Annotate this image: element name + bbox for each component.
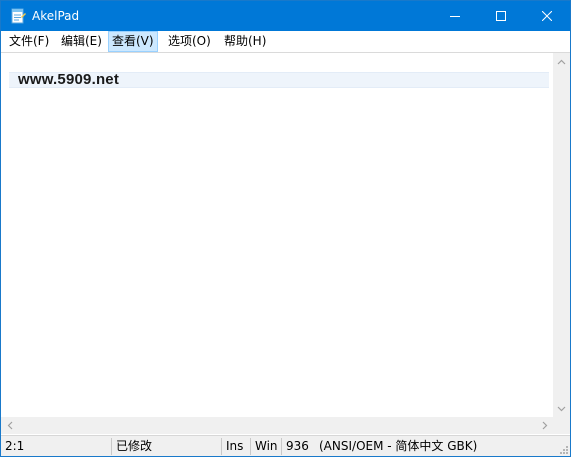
akelpad-window: AkelPad 文件(F) 编辑(E) 查看(V) 选项(O) 帮助(H) ww… (0, 0, 571, 457)
editor-line[interactable]: www.5909.net (18, 72, 119, 88)
status-codepage[interactable]: 936 (282, 436, 309, 456)
close-icon (542, 11, 552, 21)
title-bar[interactable]: AkelPad (1, 1, 570, 31)
chevron-down-icon (557, 406, 566, 411)
status-encoding[interactable]: (ANSI/OEM - 简体中文 GBK) (315, 436, 477, 456)
menu-bar: 文件(F) 编辑(E) 查看(V) 选项(O) 帮助(H) (1, 31, 570, 52)
minimize-button[interactable] (432, 1, 478, 31)
status-insert-mode[interactable]: Ins (222, 436, 243, 456)
scroll-up-button[interactable] (553, 53, 570, 70)
chevron-right-icon (542, 421, 547, 430)
close-button[interactable] (524, 1, 570, 31)
chevron-left-icon (7, 421, 12, 430)
vertical-scrollbar[interactable] (553, 53, 570, 417)
menu-view[interactable]: 查看(V) (108, 31, 158, 52)
horizontal-scrollbar[interactable] (1, 417, 553, 434)
scroll-left-button[interactable] (1, 417, 18, 434)
scroll-right-button[interactable] (536, 417, 553, 434)
status-newline[interactable]: Win (251, 436, 278, 456)
minimize-icon (450, 16, 460, 17)
status-modified: 已修改 (116, 439, 153, 453)
scroll-down-button[interactable] (553, 400, 570, 417)
menu-options[interactable]: 选项(O) (164, 31, 215, 52)
scrollbar-corner (553, 417, 570, 434)
notepad-icon (11, 8, 26, 24)
menu-divider (1, 52, 570, 53)
status-position[interactable]: 2:1 (1, 436, 24, 456)
text-editor[interactable]: www.5909.net (3, 54, 554, 417)
resize-grip-icon[interactable] (557, 443, 569, 455)
menu-help[interactable]: 帮助(H) (220, 31, 270, 52)
status-bar: 2:1 已修改 Ins Win 936 (ANSI/OEM - 简体中文 GBK… (1, 435, 570, 456)
maximize-icon (496, 11, 506, 21)
window-title: AkelPad (32, 9, 80, 23)
menu-edit[interactable]: 编辑(E) (57, 31, 106, 52)
menu-file[interactable]: 文件(F) (5, 31, 53, 52)
chevron-up-icon (557, 59, 566, 64)
maximize-button[interactable] (478, 1, 524, 31)
